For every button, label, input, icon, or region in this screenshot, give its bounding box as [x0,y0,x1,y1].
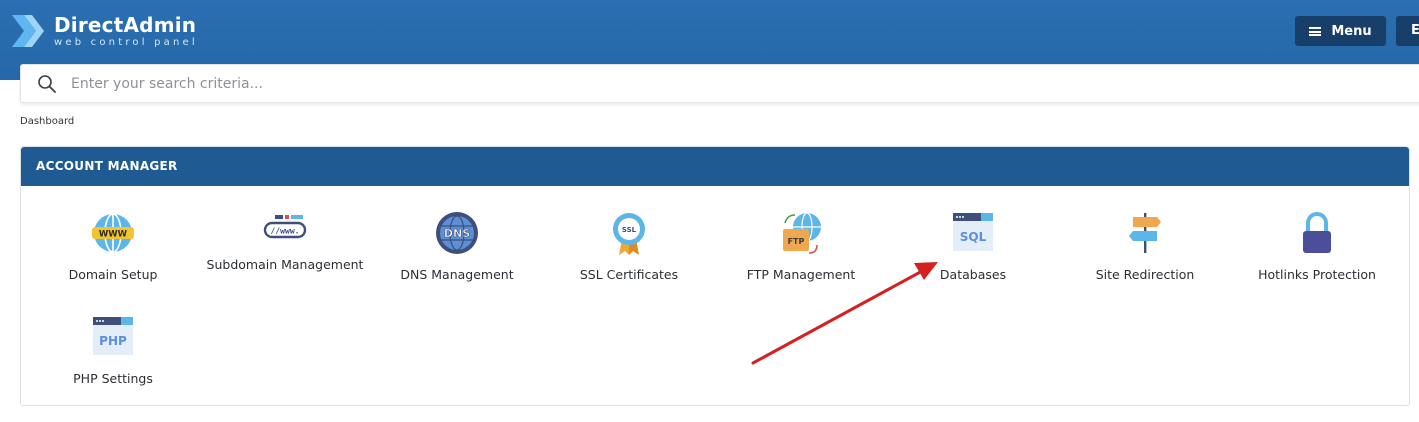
search-bar [20,64,1419,103]
dns-globe-icon: DNS [436,212,478,254]
svg-text:DNS: DNS [444,227,470,240]
tile-site-redirection[interactable]: Site Redirection [1059,209,1231,289]
svg-text:WWW: WWW [99,230,128,240]
directadmin-logo-icon [12,15,44,47]
tile-label: Subdomain Management [206,257,364,272]
padlock-icon [1303,212,1331,253]
tile-dns-management[interactable]: DNS DNS Management [371,209,543,289]
sql-window-icon: SQL [953,213,993,251]
menu-button[interactable]: Menu [1295,16,1386,46]
header-extra-button-label: E [1411,23,1419,38]
brand-title: DirectAdmin [54,12,197,37]
tile-label: PHP Settings [73,371,153,386]
ftp-sync-icon: FTP [783,212,821,254]
header-extra-button[interactable]: E [1396,16,1419,46]
breadcrumb[interactable]: Dashboard [20,116,74,127]
tile-label: Hotlinks Protection [1258,267,1376,282]
menu-button-label: Menu [1331,23,1372,39]
signpost-icon [1129,213,1161,253]
tile-label: Site Redirection [1095,267,1195,282]
tile-hotlinks-protection[interactable]: Hotlinks Protection [1231,209,1403,289]
hamburger-icon [1309,26,1322,36]
search-input[interactable] [71,68,1271,99]
svg-text:SSL: SSL [622,226,637,234]
search-icon [38,74,56,93]
svg-text:PHP: PHP [99,334,127,348]
tile-label: DNS Management [400,267,514,282]
brand-logo[interactable]: DirectAdmin web control panel [10,10,198,52]
tile-label: Databases [939,267,1007,282]
php-window-icon: PHP [93,317,133,355]
tile-label: SSL Certificates [579,267,679,282]
tile-databases[interactable]: SQL Databases [887,209,1059,289]
svg-text:FTP: FTP [788,237,805,246]
tile-ftp-management[interactable]: FTP FTP Management [715,209,887,289]
panel-title: ACCOUNT MANAGER [21,147,1409,186]
tile-domain-setup[interactable]: WWW Domain Setup [27,209,199,289]
subdomain-url-icon: //www. [263,215,307,239]
tile-label: FTP Management [746,267,856,282]
tile-php-settings[interactable]: PHP PHP Settings [27,313,199,393]
tile-ssl-certificates[interactable]: SSL SSL Certificates [543,209,715,289]
svg-text://www.: //www. [271,227,300,236]
account-manager-panel: ACCOUNT MANAGER WWW Domain Setup //www. … [20,146,1410,406]
ssl-badge-icon: SSL [613,213,645,255]
tile-subdomain-management[interactable]: //www. Subdomain Management [199,209,371,299]
brand-subtitle: web control panel [54,36,198,48]
tile-label: Domain Setup [68,267,158,282]
www-globe-icon: WWW [92,213,134,253]
svg-text:SQL: SQL [960,230,987,244]
